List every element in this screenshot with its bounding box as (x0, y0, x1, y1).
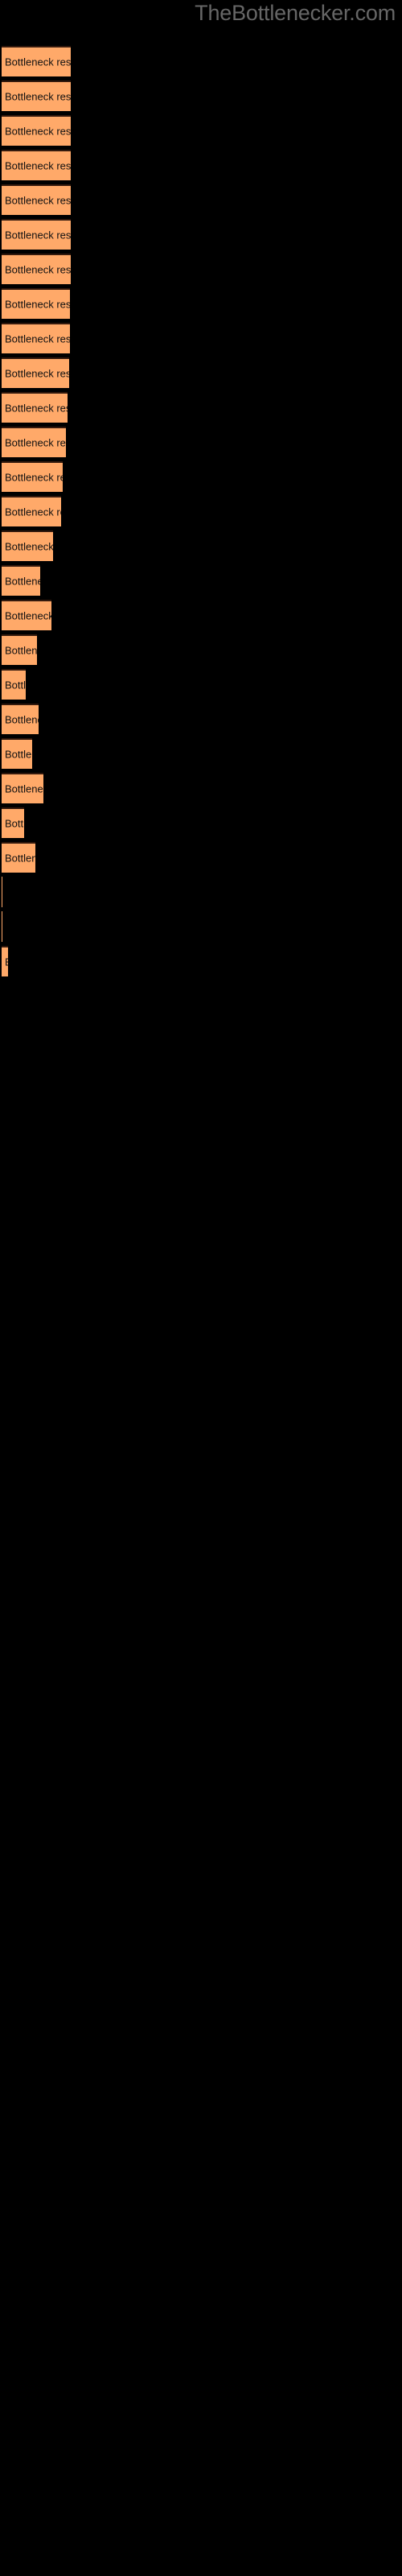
bar-label: Bottleneck result (5, 644, 37, 657)
bar-label: Bottleneck result (5, 90, 71, 103)
bar-10[interactable]: Bottleneck result (2, 357, 69, 388)
bar-24[interactable]: Bottleneck result (2, 842, 35, 873)
bar-label: Bottleneck result (5, 852, 35, 865)
bar-label: Bottleneck result (5, 679, 26, 691)
bar-label: Bottleneck result (5, 471, 63, 484)
bar-18[interactable]: Bottleneck result (2, 634, 37, 665)
bar-label: Bottleneck result (5, 506, 61, 518)
bar-label: Bottleneck result (5, 748, 32, 761)
bar-label: Bottleneck result (5, 956, 8, 968)
bar-7[interactable]: Bottleneck result (2, 254, 71, 284)
bar-label: Bottleneck result (5, 263, 71, 276)
bar-9[interactable]: Bottleneck result (2, 323, 70, 353)
bar-label: Bottleneck result (5, 436, 66, 449)
bar-1[interactable]: Bottleneck result (2, 46, 71, 76)
bar-label: Bottleneck result (5, 159, 71, 172)
bar-20[interactable]: Bottleneck result (2, 704, 39, 734)
bar-22[interactable]: Bottleneck result (2, 773, 43, 803)
bar-12[interactable]: Bottleneck result (2, 427, 66, 457)
bar-8[interactable]: Bottleneck result (2, 288, 70, 319)
bar-label: Bottleneck result (5, 782, 43, 795)
bar-11[interactable]: Bottleneck result (2, 392, 68, 423)
bar-16[interactable]: Bottleneck result (2, 565, 40, 596)
bar-21[interactable]: Bottleneck result (2, 738, 32, 769)
bar-23[interactable]: Bottleneck result (2, 807, 24, 838)
bar-27[interactable]: Bottleneck result (2, 946, 8, 976)
bar-label: Bottleneck result (5, 332, 70, 345)
bar-5[interactable]: Bottleneck result (2, 184, 71, 215)
bar-13[interactable]: Bottleneck result (2, 461, 63, 492)
bar-label: Bottleneck result (5, 713, 39, 726)
bar-label: Bottleneck result (5, 125, 71, 138)
bottleneck-bar-chart: TheBottlenecker.com Bottleneck resultBot… (0, 0, 402, 2576)
bar-label: Bottleneck result (5, 229, 71, 242)
bar-label: Bottleneck result (5, 540, 53, 553)
bar-6[interactable]: Bottleneck result (2, 219, 71, 250)
bar-label: Bottleneck result (5, 402, 68, 415)
bar-4[interactable]: Bottleneck result (2, 150, 71, 180)
bar-19[interactable]: Bottleneck result (2, 669, 26, 700)
bar-17[interactable]: Bottleneck result (2, 600, 51, 630)
bars-layer: Bottleneck result Bottleneck result Bottle… (0, 0, 402, 2576)
bar-label: Bottleneck result (5, 194, 71, 207)
bar-label: Bottleneck result (5, 56, 71, 68)
bar-label: Bottleneck result (5, 298, 70, 311)
bar-label: Bottleneck result (5, 575, 40, 588)
bar-label: Bottleneck result (5, 367, 69, 380)
bar-3[interactable]: Bottleneck result (2, 115, 71, 146)
bar-15[interactable]: Bottleneck result (2, 530, 53, 561)
bar-label: Bottleneck result (5, 817, 24, 830)
bar-2[interactable]: Bottleneck result (2, 80, 71, 111)
bar-14[interactable]: Bottleneck result (2, 496, 61, 526)
bar-label: Bottleneck result (5, 609, 51, 622)
